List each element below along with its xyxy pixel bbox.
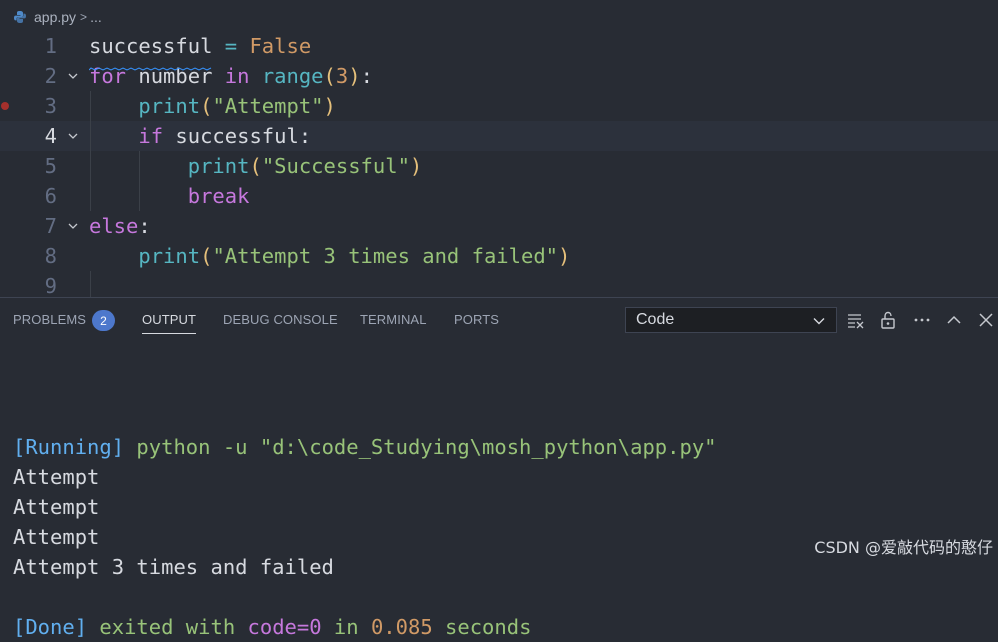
code-text: else:: [89, 211, 151, 241]
watermark: CSDN @爱敲代码的憨仔: [814, 538, 993, 557]
code-editor[interactable]: 1 successful = False 2 for number in range(…: [0, 31, 998, 301]
line-number: 4: [44, 124, 57, 148]
output-token: [Done]: [13, 615, 88, 639]
tab-ports[interactable]: PORTS: [454, 312, 499, 327]
code-token: (: [249, 154, 262, 178]
code-line[interactable]: 4 if successful:: [0, 121, 998, 151]
code-text: for number in range(3):: [89, 61, 373, 91]
line-number: 7: [44, 214, 57, 238]
tab-problems[interactable]: PROBLEMS: [13, 312, 86, 327]
output-channel-select[interactable]: Code: [625, 307, 837, 333]
output-token: Attempt: [13, 465, 100, 489]
code-token: ): [323, 94, 336, 118]
code-text: print("Attempt 3 times and failed"): [89, 241, 570, 271]
fold-chevron-icon[interactable]: [66, 211, 80, 241]
bottom-panel: PROBLEMS 2 OUTPUT DEBUG CONSOLE TERMINAL…: [0, 297, 998, 639]
code-token: ): [558, 244, 571, 268]
output-line: [Done] exited with code=0 in 0.085 secon…: [13, 612, 993, 642]
code-line[interactable]: 6 break: [0, 181, 998, 211]
tab-terminal[interactable]: TERMINAL: [360, 312, 427, 327]
indent-guide: [139, 151, 140, 211]
code-line[interactable]: 2 for number in range(3):: [0, 61, 998, 91]
output-line: [Running] python -u "d:\code_Studying\mo…: [13, 432, 993, 462]
code-token: print: [187, 154, 250, 178]
code-token: print: [138, 244, 201, 268]
output-console[interactable]: [Running] python -u "d:\code_Studying\mo…: [13, 342, 993, 642]
code-line[interactable]: 8 print("Attempt 3 times and failed"): [0, 241, 998, 271]
code-token: (: [200, 244, 213, 268]
line-number: 5: [44, 154, 57, 178]
output-token: Attempt: [13, 525, 100, 549]
output-token: exited with: [87, 615, 248, 639]
line-number: 3: [44, 94, 57, 118]
output-token: [Running]: [13, 435, 125, 459]
code-token: if: [138, 124, 164, 148]
output-token: Attempt 3 times and failed: [13, 555, 334, 579]
line-number: 2: [44, 64, 57, 88]
code-token: ): [409, 154, 423, 178]
code-token: "Attempt 3 times and failed": [212, 244, 559, 268]
breadcrumb-more[interactable]: ...: [90, 9, 102, 25]
code-text: break: [89, 181, 250, 211]
output-token: Attempt: [13, 495, 100, 519]
lock-scroll-icon[interactable]: [878, 310, 898, 330]
output-token: code=0: [247, 615, 322, 639]
code-token: else: [89, 214, 139, 238]
output-token: python -u "d:\code_Studying\mosh_python\…: [124, 435, 717, 459]
code-text: print("Attempt"): [89, 91, 336, 121]
code-token: (: [323, 64, 336, 88]
output-token: in: [321, 615, 371, 639]
code-token: "Attempt": [212, 94, 324, 118]
maximize-panel-icon[interactable]: [944, 310, 964, 330]
warning-squiggle: [88, 56, 212, 71]
code-token: ): [348, 64, 361, 88]
close-panel-icon[interactable]: [976, 310, 996, 330]
code-line[interactable]: 3 print("Attempt"): [0, 91, 998, 121]
code-token: range: [261, 64, 324, 88]
code-token: 3: [335, 64, 349, 88]
output-line: Attempt: [13, 492, 993, 522]
code-token: :: [360, 64, 373, 88]
code-text: if successful:: [89, 121, 311, 151]
indent-guide: [90, 91, 91, 211]
output-token: 0.085: [370, 615, 433, 639]
output-token: seconds: [432, 615, 532, 639]
breadcrumb: app.py > ...: [0, 0, 998, 34]
code-token: :: [138, 214, 151, 238]
code-token: print: [138, 94, 201, 118]
panel-tab-bar: PROBLEMS 2 OUTPUT DEBUG CONSOLE TERMINAL…: [0, 298, 998, 342]
line-number: 8: [44, 244, 57, 268]
code-token: successful: [89, 34, 213, 58]
line-number: 6: [44, 184, 57, 208]
code-token: break: [187, 184, 250, 208]
fold-chevron-icon[interactable]: [66, 61, 80, 91]
python-file-icon: [12, 9, 28, 25]
line-number: 1: [44, 34, 57, 58]
tab-output[interactable]: OUTPUT: [142, 312, 197, 334]
code-token: in: [224, 64, 250, 88]
code-token: False: [249, 34, 312, 58]
tab-debug-console[interactable]: DEBUG CONSOLE: [223, 312, 338, 327]
code-token: successful:: [163, 124, 312, 148]
output-line: Attempt: [13, 462, 993, 492]
code-line[interactable]: 5 print("Successful"): [0, 151, 998, 181]
code-line[interactable]: 7 else:: [0, 211, 998, 241]
problems-count-badge: 2: [92, 310, 115, 331]
code-token: =: [212, 34, 250, 58]
code-token: (: [200, 94, 213, 118]
fold-chevron-icon[interactable]: [66, 121, 80, 151]
more-actions-icon[interactable]: [912, 310, 932, 330]
breadcrumb-file[interactable]: app.py: [34, 9, 76, 25]
clear-output-icon[interactable]: [846, 310, 866, 330]
breadcrumb-separator-icon: >: [80, 10, 88, 24]
code-token: "Successful": [261, 154, 410, 178]
output-channel-value: Code: [636, 311, 675, 328]
chevron-down-icon: [812, 314, 826, 333]
